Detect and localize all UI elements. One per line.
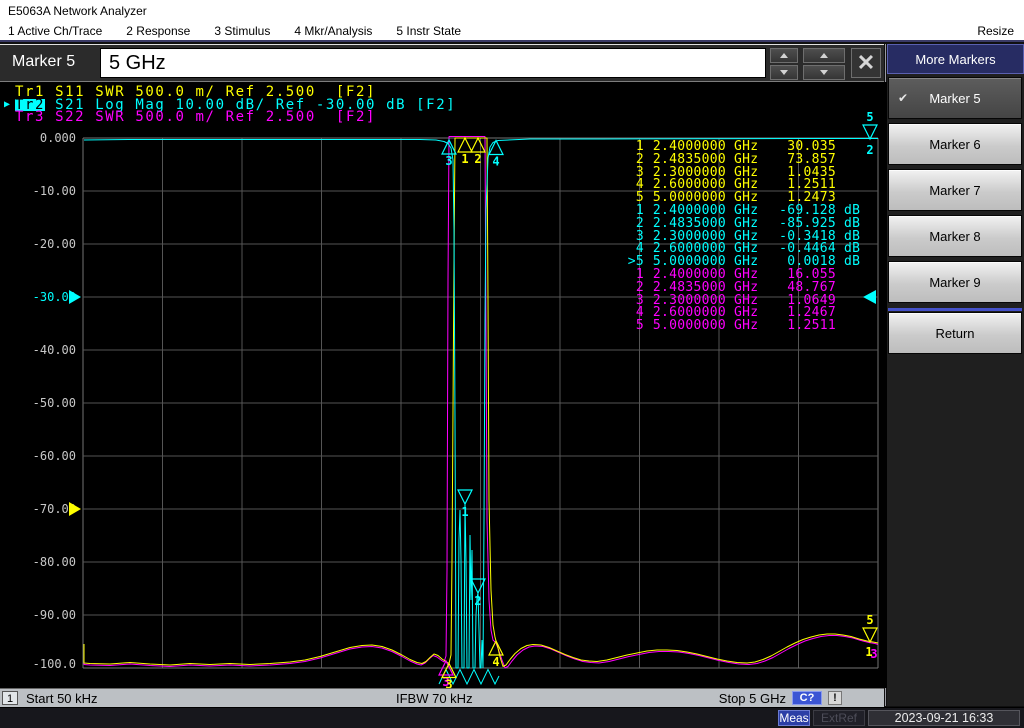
datetime-display: 2023-09-21 16:33 — [868, 710, 1020, 726]
marker-value-unit — [844, 295, 868, 308]
check-icon: ✔ — [898, 91, 908, 105]
marker-number-label: 5 — [866, 110, 873, 124]
sidebar-button-label: Marker 6 — [929, 137, 980, 152]
sidebar-button-label: Marker 7 — [929, 183, 980, 198]
marker-value-unit — [844, 154, 868, 167]
meas-status-badge: Meas — [778, 710, 810, 726]
sidebar-button-return[interactable]: Return — [888, 312, 1022, 354]
marker-symbol-icon[interactable] — [863, 125, 877, 139]
extref-status-badge: ExtRef — [813, 710, 865, 726]
marker-number-label: 4 — [492, 155, 499, 169]
marker-number-label: 4 — [492, 655, 499, 669]
marker-number-label: 5 — [866, 613, 873, 627]
softkey-divider — [888, 308, 1022, 311]
marker-symbol-icon[interactable] — [863, 628, 877, 642]
up-arrow-icon — [820, 53, 828, 58]
fine-step-up-button[interactable] — [770, 48, 798, 63]
sidebar-button-marker-9[interactable]: Marker 9 — [888, 261, 1022, 303]
marker-value-unit — [844, 179, 868, 192]
coarse-step-up-button[interactable] — [803, 48, 845, 63]
sidebar-button-marker-5[interactable]: ✔ Marker 5 — [888, 77, 1022, 119]
menu-item-3[interactable]: 3 Stimulus — [214, 24, 270, 38]
instrument-screen: E5063A Network Analyzer 1 Active Ch/Trac… — [0, 0, 1024, 728]
start-frequency-label: Start 50 kHz — [26, 690, 98, 707]
trace-end-id-label: 1 — [865, 645, 872, 659]
menu-item-4[interactable]: 4 Mkr/Analysis — [294, 24, 372, 38]
marker-entry-toolbar: Marker 5 ✕ — [0, 44, 884, 82]
channel-number-badge: 1 — [2, 691, 18, 705]
marker-value: 1.2511 — [764, 320, 836, 333]
sidebar-button-label: Marker 9 — [929, 275, 980, 290]
marker-unit: GHz — [734, 320, 764, 333]
instrument-status-bar: Meas ExtRef 2023-09-21 16:33 — [0, 707, 1024, 728]
ifbw-label: IFBW 70 kHz — [396, 690, 473, 707]
sidebar-button-marker-7[interactable]: Marker 7 — [888, 169, 1022, 211]
coarse-step-down-button[interactable] — [803, 65, 845, 80]
up-arrow-icon — [780, 53, 788, 58]
close-icon[interactable]: ✕ — [851, 48, 881, 78]
marker-value-unit — [844, 269, 868, 282]
marker-symbol-icon[interactable] — [489, 141, 503, 155]
reference-level-marker-icon[interactable] — [69, 502, 81, 516]
marker-table-tr1: 12.4000000GHz30.03522.4835000GHz73.85732… — [626, 141, 868, 205]
marker-frequency: 5.0000000 — [648, 320, 726, 333]
marker-table-tr3: 12.4000000GHz16.05522.4835000GHz48.76732… — [626, 269, 868, 333]
channel-status-bar: 1 Start 50 kHz IFBW 70 kHz Stop 5 GHz C?… — [0, 688, 884, 707]
sidebar-button-label: Marker 8 — [929, 229, 980, 244]
menu-bar: 1 Active Ch/Trace 2 Response 3 Stimulus 4 M… — [0, 22, 1024, 42]
marker-value-input[interactable] — [100, 48, 766, 78]
marker-entry-label: Marker 5 — [12, 53, 75, 71]
stop-frequency-label: Stop 5 GHz — [719, 690, 786, 707]
marker-value-unit — [844, 141, 868, 154]
softkey-sidebar: More Markers ✔ Marker 5 Marker 6 Marker 7 Ma… — [887, 44, 1024, 706]
down-arrow-icon — [780, 70, 788, 75]
marker-table-tr2: 12.4000000GHz-69.128dB22.4835000GHz-85.9… — [626, 205, 868, 269]
plot-area: Tr1 S11 SWR 500.0 m/ Ref 2.500 [F2]▶Tr2 … — [0, 82, 887, 688]
marker-symbol-icon[interactable] — [471, 138, 485, 152]
marker-number-label: 2 — [474, 152, 481, 166]
sidebar-button-label: Return — [935, 326, 974, 341]
marker-value-unit: dB — [844, 256, 868, 269]
menu-item-resize[interactable]: Resize — [977, 24, 1014, 38]
coarse-stepper — [803, 48, 845, 80]
marker-number-label: 1 — [461, 505, 468, 519]
marker-number: 5 — [626, 320, 644, 333]
alert-badge: ! — [828, 691, 842, 705]
marker-symbol-icon[interactable] — [458, 138, 472, 152]
marker-symbol-icon[interactable] — [458, 490, 472, 504]
sidebar-button-label: Marker 5 — [929, 91, 980, 106]
marker-value-unit — [844, 167, 868, 180]
marker-number-label: 2 — [474, 594, 481, 608]
sidebar-button-marker-8[interactable]: Marker 8 — [888, 215, 1022, 257]
marker-value-unit — [844, 282, 868, 295]
fine-step-down-button[interactable] — [770, 65, 798, 80]
marker-number-label: 1 — [461, 152, 468, 166]
marker-number-label: 3 — [445, 678, 452, 689]
sidebar-header: More Markers — [887, 44, 1024, 74]
sidebar-button-marker-6[interactable]: Marker 6 — [888, 123, 1022, 165]
menu-item-2[interactable]: 2 Response — [126, 24, 190, 38]
window-title: E5063A Network Analyzer — [0, 0, 1024, 22]
reference-level-marker-icon[interactable] — [69, 290, 81, 304]
marker-number-label: 3 — [445, 154, 452, 168]
down-arrow-icon — [820, 70, 828, 75]
menu-items: 1 Active Ch/Trace 2 Response 3 Stimulus 4 M… — [0, 24, 977, 38]
fine-stepper — [770, 48, 798, 80]
correction-badge: C? — [792, 691, 822, 705]
menu-item-1[interactable]: 1 Active Ch/Trace — [8, 24, 102, 38]
marker-symbol-icon[interactable] — [471, 579, 485, 593]
menu-item-5[interactable]: 5 Instr State — [396, 24, 461, 38]
marker-value-unit — [844, 320, 868, 333]
marker-table-row: 5 5.0000000 GHz1.2511 — [626, 320, 868, 333]
marker-value-unit — [844, 307, 868, 320]
